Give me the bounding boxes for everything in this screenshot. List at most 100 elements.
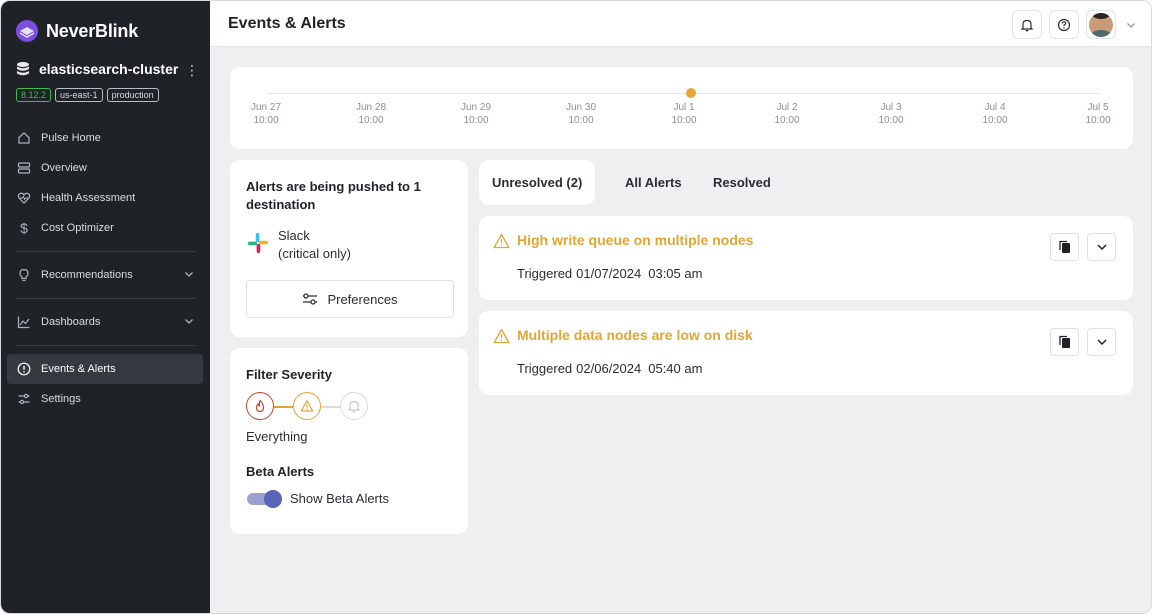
sidebar-item-label: Dashboards [41, 316, 101, 328]
slack-icon [247, 232, 269, 254]
sidebar-item-overview[interactable]: Overview [7, 153, 203, 183]
severity-critical-button[interactable] [246, 392, 274, 420]
timeline-tick: Jul 1 10:00 [671, 102, 697, 126]
alert-card[interactable]: High write queue on multiple nodes Trigg… [479, 216, 1133, 300]
timeline-tick: Jul 4 10:00 [982, 102, 1008, 126]
tab-unresolved[interactable]: Unresolved (2) [479, 160, 596, 205]
sidebar-item-label: Cost Optimizer [41, 222, 114, 234]
copy-icon [1058, 335, 1070, 348]
alert-triggered: Triggered 02/06/2024 05:40 am [517, 361, 703, 376]
timeline-tick: Jun 28 10:00 [355, 102, 387, 126]
neverblink-logo-icon [16, 20, 38, 42]
app-window: NeverBlink elasticsearch-cluster ⋮ 8.12.… [0, 0, 1152, 614]
alert-triggered: Triggered 01/07/2024 03:05 am [517, 266, 703, 281]
beta-alerts-label: Show Beta Alerts [290, 491, 389, 506]
bell-icon [1020, 19, 1034, 31]
event-timeline[interactable]: Jun 27 10:00 Jun 28 10:00 Jun 29 10:00 Jun … [230, 67, 1133, 149]
brand[interactable]: NeverBlink [15, 19, 138, 43]
sidebar-item-dashboards[interactable]: Dashboards [7, 307, 203, 337]
heart-pulse-icon [16, 190, 32, 206]
cluster-tags: 8.12.2 us-east-1 production [16, 88, 159, 102]
copy-button[interactable] [1050, 328, 1079, 356]
divider [15, 251, 195, 252]
tab-resolved[interactable]: Resolved [713, 160, 771, 205]
chevron-down-icon[interactable] [1125, 18, 1137, 36]
filter-card: Filter Severity Everything Beta Alerts S… [230, 348, 468, 534]
preferences-button[interactable]: Preferences [246, 280, 454, 318]
slack-name: Slack [278, 228, 310, 243]
timeline-event-marker[interactable] [686, 88, 696, 98]
alert-card[interactable]: Multiple data nodes are low on disk Trig… [479, 311, 1133, 395]
chevron-down-icon[interactable] [183, 315, 195, 330]
divider [15, 345, 195, 346]
tab-all-alerts[interactable]: All Alerts [625, 160, 682, 205]
brand-name: NeverBlink [46, 20, 139, 41]
severity-selected-label: Everything [246, 429, 308, 444]
version-tag: 8.12.2 [16, 88, 52, 102]
sidebar-item-events-alerts[interactable]: Events & Alerts [7, 354, 203, 384]
notifications-button[interactable] [1012, 10, 1042, 39]
user-menu-button[interactable] [1086, 10, 1116, 39]
server-icon [16, 160, 32, 176]
database-icon [17, 62, 29, 76]
bell-icon [347, 400, 361, 413]
sidebar-item-label: Settings [41, 393, 81, 405]
beta-alerts-toggle[interactable] [247, 490, 282, 508]
kebab-menu-icon[interactable]: ⋮ [185, 63, 199, 77]
copy-button[interactable] [1050, 233, 1079, 261]
cluster-selector[interactable]: elasticsearch-cluster ⋮ [15, 61, 201, 77]
sidebar-item-label: Health Assessment [41, 192, 136, 204]
sidebar-item-label: Overview [41, 162, 87, 174]
timeline-tick: Jun 29 10:00 [460, 102, 492, 126]
alert-title[interactable]: High write queue on multiple nodes [517, 232, 753, 248]
sidebar-nav: Pulse Home Overview Health Assessment $ … [7, 123, 203, 414]
preferences-label: Preferences [327, 291, 398, 307]
warning-icon [493, 328, 510, 344]
top-header: Events & Alerts [210, 1, 1151, 47]
slack-scope: (critical only) [278, 246, 351, 261]
sidebar-item-pulse-home[interactable]: Pulse Home [7, 123, 203, 153]
help-icon [1057, 18, 1071, 31]
alert-title[interactable]: Multiple data nodes are low on disk [517, 327, 753, 343]
slack-destination: Slack (critical only) [278, 227, 351, 263]
timeline-tick: Jun 27 10:00 [250, 102, 282, 126]
sidebar-item-health-assessment[interactable]: Health Assessment [7, 183, 203, 213]
sidebar-item-label: Events & Alerts [41, 363, 116, 375]
severity-connector [321, 406, 340, 408]
expand-button[interactable] [1087, 328, 1116, 356]
region-tag: us-east-1 [55, 88, 103, 102]
chevron-down-icon [1096, 244, 1107, 251]
sidebar-item-cost-optimizer[interactable]: $ Cost Optimizer [7, 213, 203, 243]
expand-button[interactable] [1087, 233, 1116, 261]
sliders-icon [16, 391, 32, 407]
help-button[interactable] [1049, 10, 1079, 39]
timeline-tick: Jul 2 10:00 [774, 102, 800, 126]
chevron-down-icon[interactable] [183, 268, 195, 283]
beta-alerts-title: Beta Alerts [246, 464, 315, 479]
filter-severity-title: Filter Severity [246, 367, 332, 382]
chart-icon [16, 314, 32, 330]
severity-warning-button[interactable] [293, 392, 321, 420]
sidebar-item-settings[interactable]: Settings [7, 384, 203, 414]
sidebar-item-recommendations[interactable]: Recommendations [7, 260, 203, 290]
house-icon [16, 130, 32, 146]
sidebar-item-label: Recommendations [41, 269, 133, 281]
divider [15, 298, 195, 299]
cluster-name: elasticsearch-cluster [39, 61, 179, 77]
warning-icon [300, 400, 314, 412]
dollar-icon: $ [20, 220, 28, 236]
avatar [1089, 12, 1113, 37]
timeline-tick: Jul 5 10:00 [1085, 102, 1111, 126]
sidebar-item-label: Pulse Home [41, 132, 101, 144]
alert-circle-icon [16, 361, 32, 377]
sidebar: NeverBlink elasticsearch-cluster ⋮ 8.12.… [1, 1, 210, 613]
toggle-knob [264, 490, 282, 508]
lightbulb-icon [16, 267, 32, 283]
page-title: Events & Alerts [228, 15, 346, 32]
copy-icon [1058, 240, 1070, 253]
sliders-icon [303, 293, 318, 305]
flame-icon [255, 399, 265, 413]
severity-info-button[interactable] [340, 392, 368, 420]
timeline-tick: Jul 3 10:00 [878, 102, 904, 126]
severity-connector [274, 406, 293, 408]
